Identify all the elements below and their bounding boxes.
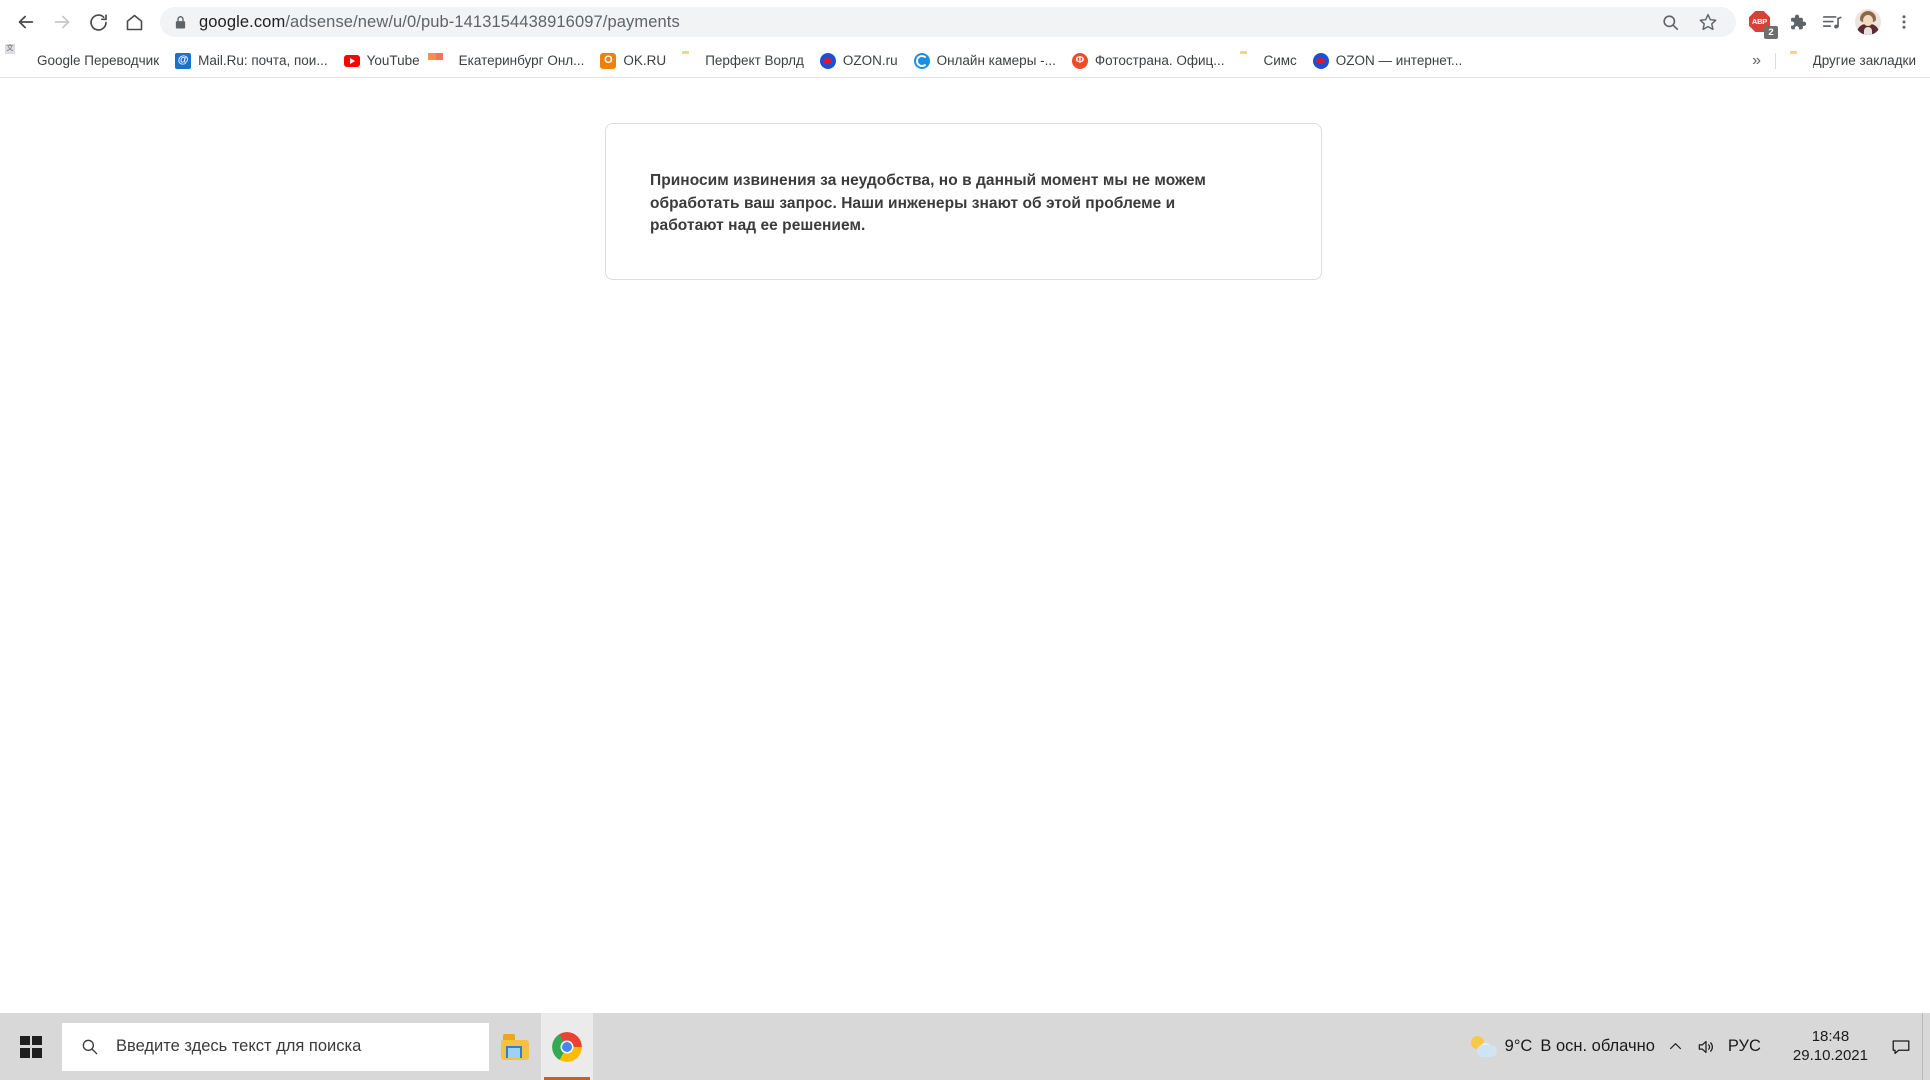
camera-icon [913,52,930,69]
youtube-icon [343,53,360,69]
folder-icon [1240,53,1256,69]
taskbar-app-google-chrome[interactable] [541,1013,593,1080]
ozon-icon [819,52,836,69]
ozon-icon [1312,52,1329,69]
bookmark-google-translate[interactable]: Google Переводчик [6,48,167,74]
tray-overflow-chevron-up-icon[interactable] [1661,1013,1690,1080]
weather-sun-cloud-icon [1470,1035,1497,1058]
bookmarks-overflow-icon[interactable]: » [1745,48,1769,74]
bookmark-label: Фотострана. Офиц... [1094,53,1225,68]
bookmark-mailru[interactable]: @ Mail.Ru: почта, пои... [167,48,335,74]
bookmark-online-cameras[interactable]: Онлайн камеры -... [906,48,1064,74]
tray-volume-icon[interactable] [1690,1013,1722,1080]
e1-icon [436,53,452,69]
bookmark-label: Другие закладки [1812,53,1916,68]
windows-taskbar: Введите здесь текст для поиска 9°C В осн… [0,1013,1930,1080]
clock-time: 18:48 [1811,1027,1850,1045]
mailru-icon: @ [175,52,192,69]
lock-icon [174,15,187,30]
address-bar[interactable]: google.com/adsense/new/u/0/pub-141315443… [160,7,1736,37]
bookmark-label: YouTube [366,53,420,68]
adblock-label: ABP [1751,16,1768,26]
odnoklassniki-icon: О [600,52,617,69]
bookmark-label: Екатеринбург Онл... [458,53,585,68]
bookmark-perfect-world[interactable]: Перфект Ворлд [674,48,812,74]
bookmark-label: Симс [1263,53,1297,68]
bookmark-label: Онлайн камеры -... [936,53,1056,68]
browser-toolbar: google.com/adsense/new/u/0/pub-141315443… [0,0,1930,44]
weather-temperature: 9°C [1504,1037,1533,1055]
bookmark-e1[interactable]: Екатеринбург Онл... [428,48,593,74]
show-desktop-button[interactable] [1922,1013,1930,1080]
bookmark-label: OK.RU [623,53,667,68]
adblock-badge-count: 2 [1764,26,1778,39]
folder-icon [682,53,698,69]
bookmark-label: Mail.Ru: почта, пои... [198,53,328,68]
screen: google.com/adsense/new/u/0/pub-141315443… [0,0,1930,1080]
weather-description: В осн. облачно [1540,1037,1655,1055]
url-path: /adsense/new/u/0/pub-1413154438916097/pa… [285,12,680,31]
bookmark-other-bookmarks[interactable]: Другие закладки [1782,48,1924,74]
page-viewport: Приносим извинения за неудобства, но в д… [0,78,1930,1013]
bookmarks-bar: Google Переводчик @ Mail.Ru: почта, пои.… [0,44,1930,78]
home-icon[interactable] [116,4,152,40]
bookmark-okru[interactable]: О OK.RU [592,48,674,74]
reading-list-icon[interactable] [1814,4,1850,40]
search-icon [80,1037,100,1057]
bookmark-fotostrana[interactable]: Ф Фотострана. Офиц... [1064,48,1233,74]
bookmark-youtube[interactable]: YouTube [336,48,428,74]
extensions-puzzle-icon[interactable] [1778,4,1814,40]
bookmark-label: Google Переводчик [37,53,160,68]
search-icon[interactable] [1652,4,1688,40]
start-button[interactable] [0,1013,62,1080]
bookmark-label: OZON.ru [842,53,898,68]
search-placeholder: Введите здесь текст для поиска [116,1037,362,1055]
bookmark-sims[interactable]: Симс [1232,48,1304,74]
error-card: Приносим извинения за неудобства, но в д… [605,123,1322,280]
tray-clock[interactable]: 18:48 29.10.2021 [1781,1013,1880,1080]
error-message: Приносим извинения за неудобства, но в д… [650,172,1206,234]
taskbar-app-file-explorer[interactable] [489,1013,541,1080]
language-label: РУС [1727,1037,1761,1055]
google-translate-icon [14,53,30,69]
tray-language-indicator[interactable]: РУС [1722,1013,1767,1080]
bookmark-label: OZON — интернет... [1335,53,1463,68]
divider [1774,52,1776,69]
bookmark-ozon-ru[interactable]: OZON.ru [812,48,906,74]
windows-logo-icon [20,1035,42,1058]
url-text: google.com/adsense/new/u/0/pub-141315443… [199,13,680,32]
reload-icon[interactable] [80,4,116,40]
url-host: google.com [199,12,286,31]
adblock-plus-icon[interactable]: ABP 2 [1742,4,1778,40]
fotostrana-icon: Ф [1071,52,1088,69]
tray-weather[interactable]: 9°C В осн. облачно [1465,1013,1661,1080]
file-explorer-icon [500,1033,530,1060]
forward-icon[interactable] [44,4,80,40]
folder-icon [1790,53,1806,69]
omnibox-actions [1652,4,1726,40]
avatar [1855,9,1881,35]
system-tray: 9°C В осн. облачно РУС 18:48 29.10.2021 [1465,1013,1930,1080]
taskbar-search-input[interactable]: Введите здесь текст для поиска [62,1022,489,1071]
action-center-icon[interactable] [1880,1013,1922,1080]
bookmark-star-icon[interactable] [1690,4,1726,40]
bookmark-ozon-internet[interactable]: OZON — интернет... [1305,48,1471,74]
bookmarks-overflow-area: » Другие закладки [1745,48,1924,74]
clock-date: 29.10.2021 [1792,1046,1868,1064]
back-icon[interactable] [8,4,44,40]
profile-avatar-icon[interactable] [1850,4,1886,40]
bookmark-label: Перфект Ворлд [705,53,804,68]
chrome-menu-icon[interactable] [1886,4,1922,40]
chrome-browser-window: google.com/adsense/new/u/0/pub-141315443… [0,0,1930,1013]
chrome-icon [552,1031,582,1062]
